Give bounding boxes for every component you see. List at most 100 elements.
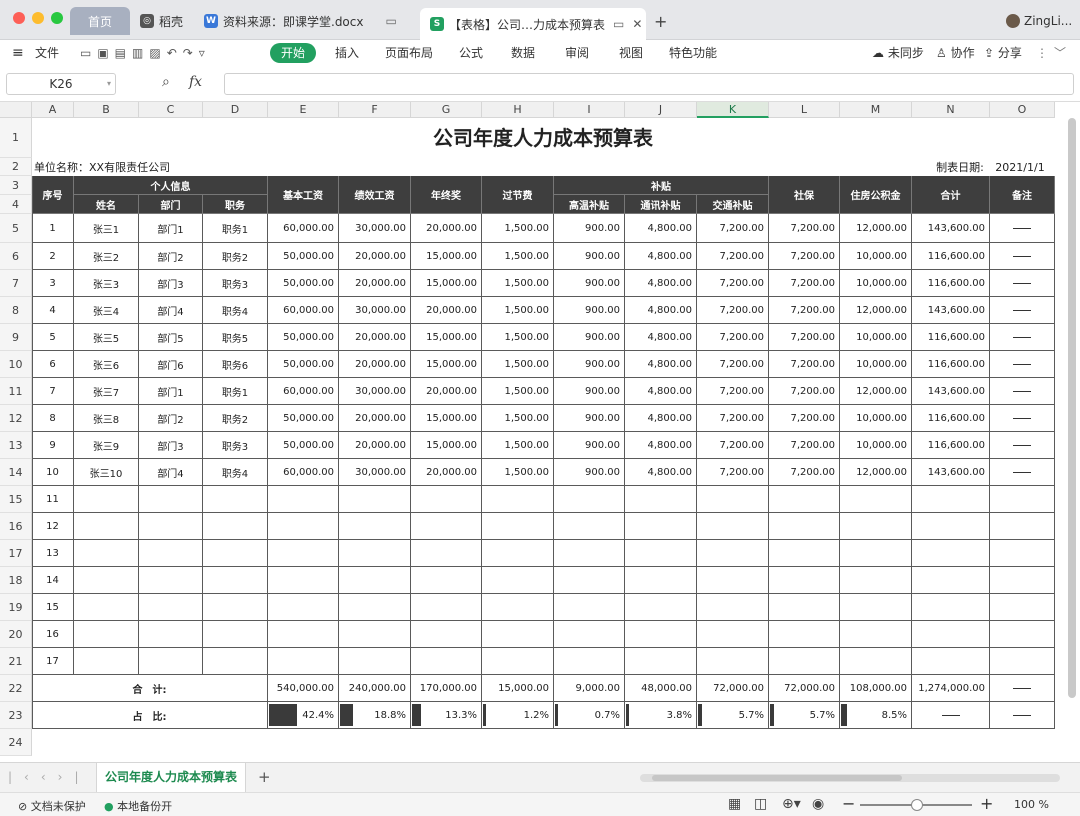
- header-base-salary[interactable]: 基本工资: [268, 176, 339, 214]
- table-cell[interactable]: 张三5: [74, 324, 139, 351]
- header-name[interactable]: 姓名: [74, 195, 139, 214]
- table-cell[interactable]: 50,000.00: [268, 324, 339, 351]
- table-cell[interactable]: 7,200.00: [769, 214, 840, 243]
- table-cell[interactable]: [990, 621, 1055, 648]
- table-cell[interactable]: 职务1: [203, 214, 268, 243]
- total-cell[interactable]: 9,000.00: [554, 675, 625, 702]
- table-cell[interactable]: 12,000.00: [840, 214, 912, 243]
- table-cell[interactable]: 5: [32, 324, 74, 351]
- sheet-title[interactable]: 公司年度人力成本预算表: [32, 118, 1054, 158]
- row-header-17[interactable]: 17: [0, 540, 32, 567]
- row-header-13[interactable]: 13: [0, 432, 32, 459]
- table-cell[interactable]: [769, 513, 840, 540]
- ratio-cell[interactable]: 3.8%: [625, 702, 697, 729]
- eye-protection-icon[interactable]: ◉: [812, 796, 824, 812]
- table-cell[interactable]: 1,500.00: [482, 243, 554, 270]
- row-header-8[interactable]: 8: [0, 297, 32, 324]
- table-cell[interactable]: [769, 540, 840, 567]
- column-header-H[interactable]: H: [482, 102, 554, 118]
- table-cell[interactable]: [203, 594, 268, 621]
- table-cell[interactable]: 4,800.00: [625, 405, 697, 432]
- note-cell[interactable]: [990, 405, 1055, 432]
- table-cell[interactable]: [139, 513, 203, 540]
- table-cell[interactable]: 20,000.00: [339, 351, 411, 378]
- table-cell[interactable]: 20,000.00: [411, 459, 482, 486]
- table-cell[interactable]: 职务4: [203, 459, 268, 486]
- table-cell[interactable]: 20,000.00: [339, 432, 411, 459]
- table-cell[interactable]: 900.00: [554, 297, 625, 324]
- table-cell[interactable]: 50,000.00: [268, 351, 339, 378]
- date-label[interactable]: 制表日期:: [930, 158, 990, 176]
- ratio-cell[interactable]: 1.2%: [482, 702, 554, 729]
- table-cell[interactable]: 8: [32, 405, 74, 432]
- table-cell[interactable]: 143,600.00: [912, 378, 990, 405]
- table-cell[interactable]: 2: [32, 243, 74, 270]
- table-cell[interactable]: [339, 567, 411, 594]
- table-cell[interactable]: [697, 540, 769, 567]
- close-window-button[interactable]: [13, 12, 25, 24]
- table-cell[interactable]: 10,000.00: [840, 432, 912, 459]
- table-cell[interactable]: [840, 594, 912, 621]
- table-cell[interactable]: 职务1: [203, 378, 268, 405]
- table-cell[interactable]: [697, 621, 769, 648]
- table-cell[interactable]: 116,600.00: [912, 243, 990, 270]
- table-cell[interactable]: 张三4: [74, 297, 139, 324]
- table-cell[interactable]: [912, 540, 990, 567]
- table-cell[interactable]: 3: [32, 270, 74, 297]
- column-header-I[interactable]: I: [554, 102, 625, 118]
- column-header-C[interactable]: C: [139, 102, 203, 118]
- table-cell[interactable]: [554, 648, 625, 675]
- ratio-cell[interactable]: 18.8%: [339, 702, 411, 729]
- table-cell[interactable]: 900.00: [554, 351, 625, 378]
- total-cell[interactable]: 72,000.00: [769, 675, 840, 702]
- header-personal-info[interactable]: 个人信息: [74, 176, 268, 195]
- table-cell[interactable]: 15: [32, 594, 74, 621]
- table-cell[interactable]: [990, 513, 1055, 540]
- table-cell[interactable]: [139, 648, 203, 675]
- header-seq[interactable]: 序号: [32, 176, 74, 214]
- table-cell[interactable]: 20,000.00: [411, 297, 482, 324]
- row-header-11[interactable]: 11: [0, 378, 32, 405]
- table-cell[interactable]: [912, 513, 990, 540]
- share-button[interactable]: ⇪ 分享: [984, 43, 1022, 63]
- table-cell[interactable]: 143,600.00: [912, 459, 990, 486]
- table-cell[interactable]: [769, 594, 840, 621]
- header-performance[interactable]: 绩效工资: [339, 176, 411, 214]
- table-cell[interactable]: 4: [32, 297, 74, 324]
- chevron-down-icon[interactable]: ▾: [107, 74, 111, 94]
- table-cell[interactable]: 6: [32, 351, 74, 378]
- table-cell[interactable]: [482, 648, 554, 675]
- table-cell[interactable]: [339, 594, 411, 621]
- sync-status[interactable]: ☁ 未同步: [872, 43, 924, 63]
- table-cell[interactable]: [697, 567, 769, 594]
- header-social-security[interactable]: 社保: [769, 176, 840, 214]
- table-cell[interactable]: 15,000.00: [411, 405, 482, 432]
- table-cell[interactable]: 900.00: [554, 270, 625, 297]
- table-cell[interactable]: 20,000.00: [339, 270, 411, 297]
- screen-icon[interactable]: ▭: [385, 14, 396, 28]
- total-cell[interactable]: 15,000.00: [482, 675, 554, 702]
- table-cell[interactable]: [625, 513, 697, 540]
- reading-mode-icon[interactable]: ⊕▾: [782, 796, 801, 812]
- menu-review[interactable]: 审阅: [565, 43, 589, 63]
- note-cell[interactable]: [990, 297, 1055, 324]
- column-header-D[interactable]: D: [203, 102, 268, 118]
- table-cell[interactable]: [203, 567, 268, 594]
- table-cell[interactable]: 60,000.00: [268, 378, 339, 405]
- table-cell[interactable]: 116,600.00: [912, 351, 990, 378]
- table-cell[interactable]: 部门3: [139, 432, 203, 459]
- table-cell[interactable]: [625, 594, 697, 621]
- table-cell[interactable]: 20,000.00: [411, 378, 482, 405]
- table-cell[interactable]: 7,200.00: [697, 351, 769, 378]
- table-cell[interactable]: 10,000.00: [840, 270, 912, 297]
- table-cell[interactable]: 30,000.00: [339, 459, 411, 486]
- table-cell[interactable]: [990, 648, 1055, 675]
- table-cell[interactable]: [697, 486, 769, 513]
- table-cell[interactable]: 7,200.00: [769, 243, 840, 270]
- row-header-3[interactable]: 3: [0, 176, 32, 195]
- table-cell[interactable]: 60,000.00: [268, 459, 339, 486]
- note-cell[interactable]: [990, 243, 1055, 270]
- table-cell[interactable]: 50,000.00: [268, 405, 339, 432]
- table-cell[interactable]: [74, 540, 139, 567]
- row-header-12[interactable]: 12: [0, 405, 32, 432]
